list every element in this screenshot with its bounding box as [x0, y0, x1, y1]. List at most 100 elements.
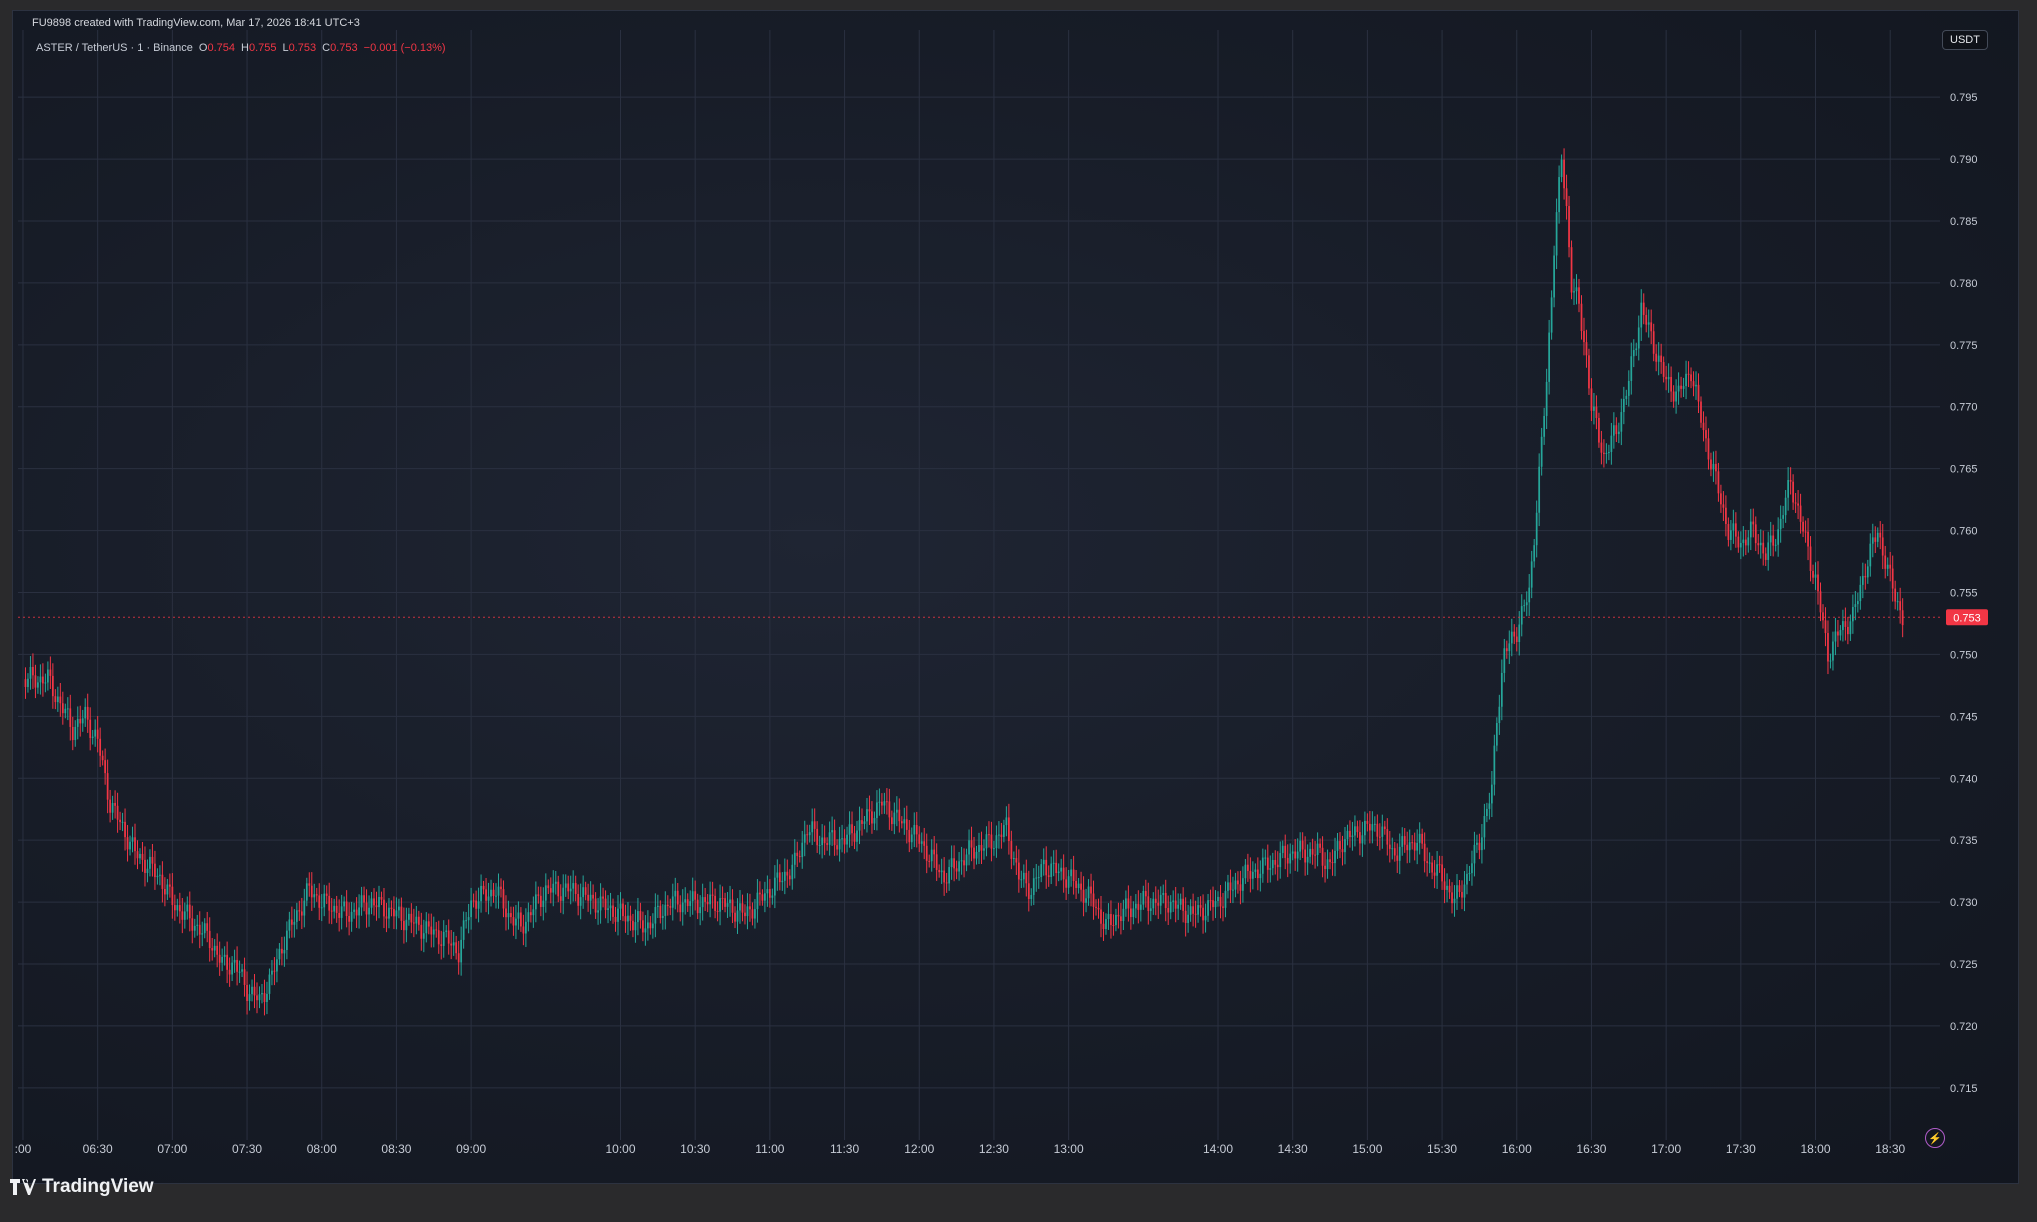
candle-body	[930, 849, 933, 862]
candle-body	[1672, 391, 1675, 402]
candle-body	[1045, 859, 1048, 876]
candle-body	[1593, 406, 1595, 411]
candle-body	[388, 907, 390, 919]
candle-body	[198, 924, 201, 935]
candle-body	[1388, 844, 1391, 849]
candle-body	[920, 841, 923, 844]
candle-body	[492, 889, 495, 896]
candle-body	[1797, 503, 1799, 506]
candle-body	[99, 738, 102, 756]
candle-body	[1814, 574, 1817, 578]
candle-body	[373, 898, 375, 906]
candle-body	[1393, 848, 1396, 856]
candle-body	[1548, 332, 1550, 382]
candle-body	[980, 845, 983, 851]
candle-body	[1008, 817, 1010, 842]
candle-body	[1100, 909, 1102, 924]
candle-body	[1254, 869, 1257, 872]
candle-body	[990, 834, 993, 849]
candle-body	[803, 834, 806, 843]
candle-body	[716, 910, 719, 912]
candle-body	[1608, 451, 1610, 453]
candle-body	[1411, 842, 1414, 844]
candle-body	[300, 911, 303, 916]
candle-body	[104, 760, 107, 774]
candle-body	[1583, 331, 1585, 343]
candle-body	[1378, 836, 1381, 838]
candle-body	[236, 959, 238, 972]
candle-body	[1426, 861, 1429, 863]
candle-body	[460, 939, 463, 963]
candle-body	[1172, 900, 1175, 902]
candle-body	[1037, 877, 1040, 879]
candle-body	[1670, 376, 1672, 392]
candle-body	[674, 890, 677, 897]
candle-body	[1364, 820, 1366, 836]
candle-body	[233, 959, 236, 963]
candle-body	[1311, 848, 1314, 855]
candle-body	[231, 962, 233, 975]
candle-body	[736, 910, 739, 922]
candle-body	[193, 925, 196, 931]
candle-body	[1792, 481, 1794, 503]
candle-body	[1164, 892, 1167, 909]
y-tick-label: 0.755	[1950, 588, 1978, 600]
candle-body	[1635, 348, 1638, 351]
candle-body	[273, 970, 276, 972]
candle-body	[1705, 430, 1707, 439]
candle-body	[1764, 553, 1767, 560]
lightning-icon[interactable]: ⚡	[1925, 1128, 1945, 1148]
candle-body	[965, 854, 968, 866]
candle-body	[467, 917, 470, 921]
candle-body	[370, 898, 373, 908]
candle-body	[261, 993, 263, 995]
candle-body	[1871, 537, 1874, 544]
candle-body	[831, 830, 833, 833]
candle-body	[749, 906, 751, 910]
candle-body	[1630, 356, 1633, 381]
candle-body	[32, 666, 34, 676]
candle-body	[1296, 851, 1299, 859]
candle-body	[1625, 395, 1628, 399]
candle-body	[1784, 497, 1787, 516]
symbol-name[interactable]: ASTER / TetherUS · 1 · Binance	[36, 42, 193, 54]
currency-button[interactable]: USDT	[1942, 30, 1988, 50]
candle-body	[1847, 626, 1849, 635]
candle-body	[554, 881, 557, 884]
candle-body	[629, 915, 632, 921]
candle-body	[973, 847, 975, 859]
x-tick-label: 18:30	[1875, 1142, 1905, 1156]
y-tick-label: 0.725	[1950, 959, 1978, 971]
candle-body	[801, 842, 804, 858]
candle-body	[836, 845, 838, 850]
candle-body	[841, 838, 843, 840]
candle-body	[1027, 883, 1030, 899]
x-tick-label: 06:30	[83, 1142, 113, 1156]
candle-body	[1428, 862, 1431, 864]
candle-body	[1202, 907, 1204, 921]
candle-body	[525, 921, 527, 934]
price-chart[interactable]: 0.795 0.790 0.785 0.780 0.775 0.770 0.765 0.760…	[0, 0, 2037, 1222]
candle-body	[1192, 906, 1194, 914]
candle-body	[1622, 398, 1625, 413]
candle-body	[1782, 515, 1785, 519]
candle-body	[1712, 463, 1715, 470]
candle-body	[661, 915, 664, 918]
low-value: 0.753	[288, 42, 317, 54]
candle-body	[1212, 900, 1214, 908]
candle-body	[131, 837, 134, 842]
candle-body	[86, 706, 89, 720]
candle-body	[1889, 564, 1892, 569]
candle-body	[348, 915, 350, 922]
candle-body	[141, 853, 144, 860]
candle-body	[188, 904, 191, 919]
x-tick-label: 11:30	[830, 1142, 859, 1156]
candle-body	[216, 945, 219, 955]
candle-body	[539, 895, 542, 908]
candle-body	[1281, 845, 1284, 853]
candle-body	[1383, 826, 1386, 830]
candle-body	[559, 896, 562, 901]
candle-body	[691, 891, 694, 902]
candle-body	[1794, 502, 1797, 504]
candle-body	[64, 708, 67, 714]
